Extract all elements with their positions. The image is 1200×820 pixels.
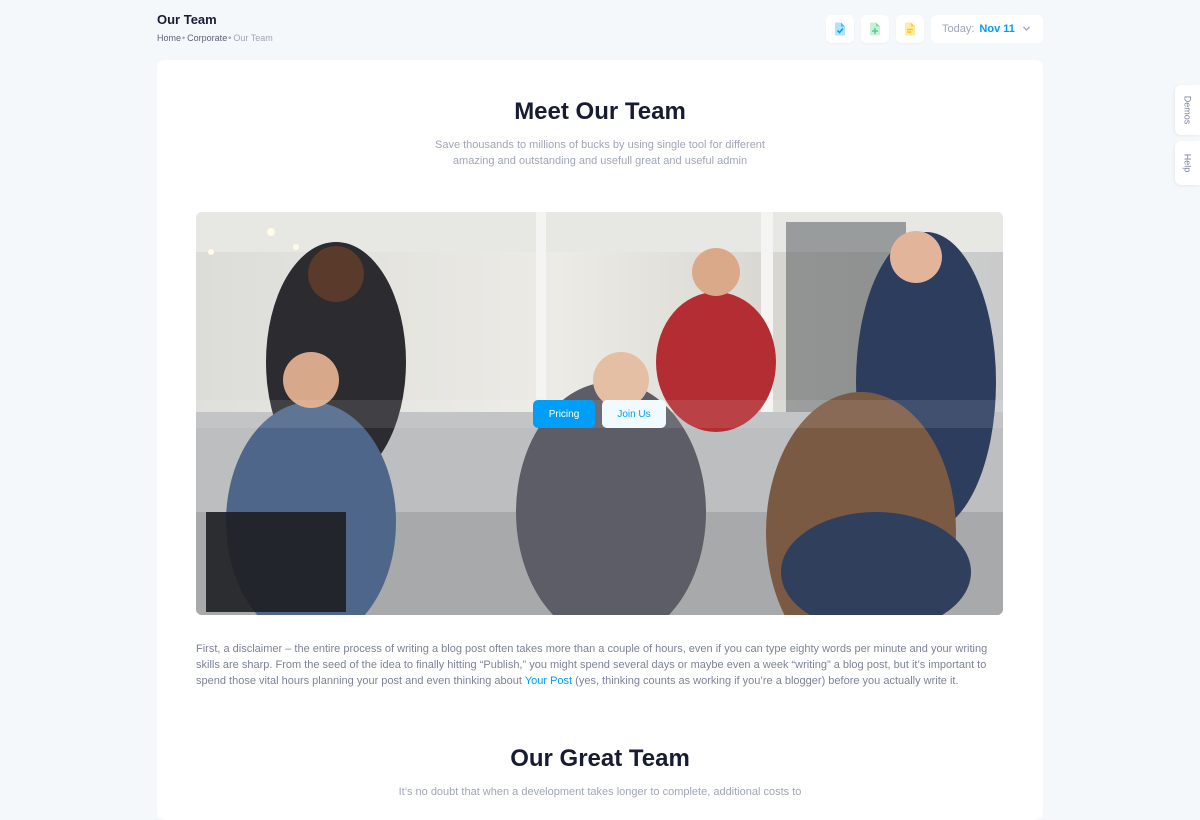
pricing-button[interactable]: Pricing <box>533 400 595 428</box>
photo-overlay-band <box>196 400 1003 428</box>
team-photo: Pricing Join Us <box>196 212 1003 615</box>
section-title: Our Great Team <box>510 745 690 772</box>
hero-subtitle-line1: Save thousands to millions of bucks by u… <box>435 139 765 151</box>
join-us-button[interactable]: Join Us <box>602 400 666 428</box>
hero-subtitle: Save thousands to millions of bucks by u… <box>157 137 1043 169</box>
date-picker[interactable]: Today: Nov 11 <box>931 15 1043 43</box>
breadcrumb-corporate[interactable]: Corporate <box>187 33 227 43</box>
file-plus-button[interactable] <box>861 15 889 43</box>
section-subtitle: It’s no doubt that when a development ta… <box>398 786 802 798</box>
side-tab-help[interactable]: Help <box>1175 141 1200 185</box>
file-text-button[interactable] <box>896 15 924 43</box>
top-bar: Our Team Home • Corporate • Our Team Tod… <box>0 0 1200 60</box>
article-text-after: (yes, thinking counts as working if you’… <box>572 675 959 687</box>
breadcrumb-separator: • <box>182 33 186 43</box>
breadcrumb-home[interactable]: Home <box>157 33 181 43</box>
file-plus-icon <box>870 22 880 36</box>
breadcrumb: Home • Corporate • Our Team <box>157 33 273 43</box>
file-check-icon <box>835 22 845 36</box>
hero-title: Meet Our Team <box>514 98 686 125</box>
date-value: Nov 11 <box>979 23 1015 35</box>
your-post-link[interactable]: Your Post <box>525 675 572 687</box>
breadcrumb-current: Our Team <box>233 33 273 43</box>
breadcrumb-separator: • <box>228 33 232 43</box>
side-tab-demos[interactable]: Demos <box>1175 85 1200 135</box>
side-tab-help-label: Help <box>1182 153 1193 173</box>
file-text-icon <box>905 22 915 36</box>
content-card: Meet Our Team Save thousands to millions… <box>157 60 1043 820</box>
date-label: Today: <box>942 23 975 35</box>
page-title: Our Team <box>157 12 217 27</box>
file-check-button[interactable] <box>826 15 854 43</box>
side-tab-demos-label: Demos <box>1182 95 1193 125</box>
hero-subtitle-line2: amazing and outstanding and usefull grea… <box>452 155 748 167</box>
chevron-down-icon <box>1023 26 1030 31</box>
article-paragraph: First, a disclaimer – the entire process… <box>196 641 996 689</box>
